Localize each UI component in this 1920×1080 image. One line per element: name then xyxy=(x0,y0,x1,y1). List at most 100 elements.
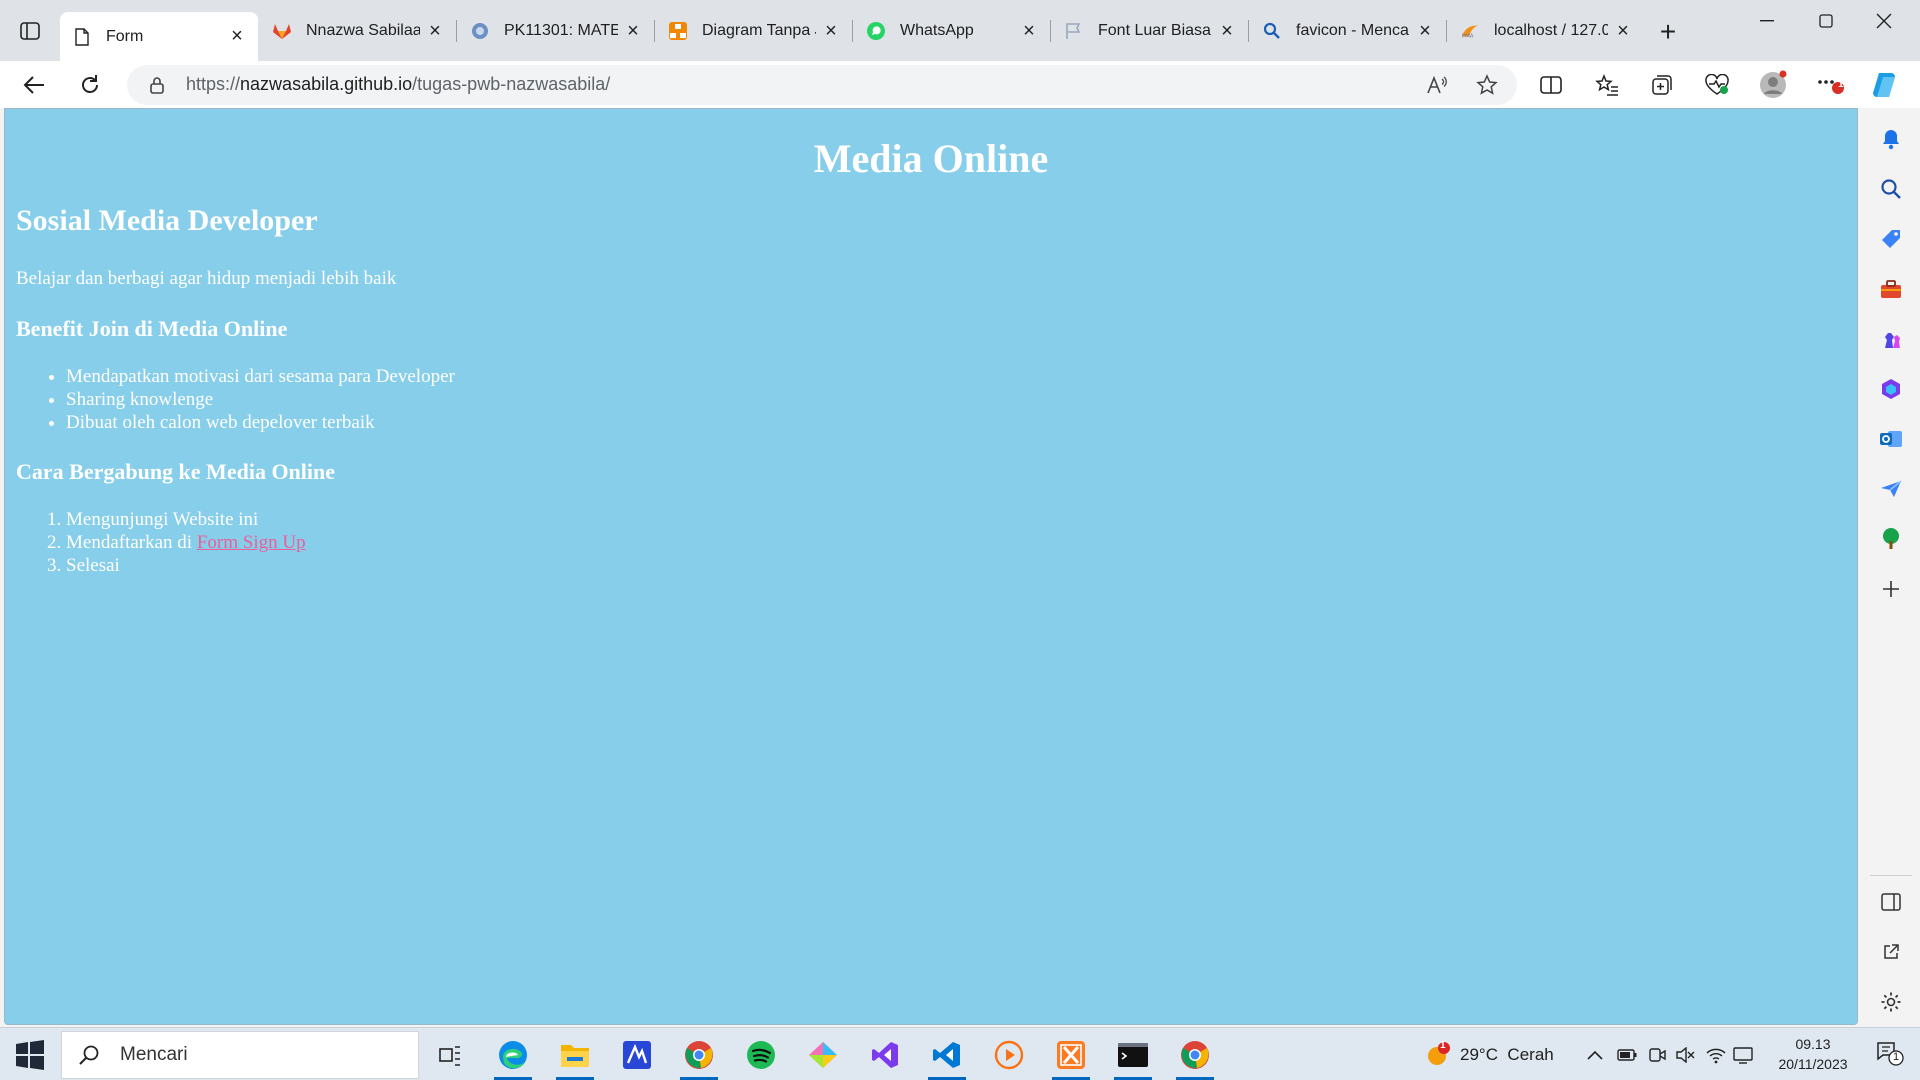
search-placeholder: Mencari xyxy=(120,1044,188,1065)
taskbar-chrome[interactable] xyxy=(676,1033,722,1080)
send-icon xyxy=(1881,480,1902,497)
tab-font-luar-biasa[interactable]: Font Luar Biasa × xyxy=(1052,12,1248,50)
close-tab-icon[interactable]: × xyxy=(822,20,840,42)
windows-taskbar: Mencari 1 29°C Cerah 09.13 20/11/2023 1 xyxy=(0,1027,1920,1080)
taskbar-app-diamond[interactable] xyxy=(800,1033,846,1077)
favorite-button[interactable] xyxy=(1472,71,1502,99)
taskbar-chrome-2[interactable] xyxy=(1172,1033,1218,1080)
monitor-icon xyxy=(1733,1046,1753,1064)
close-tab-icon[interactable]: × xyxy=(1218,20,1236,42)
moodle-icon xyxy=(470,21,490,41)
taskbar-search[interactable]: Mencari xyxy=(61,1031,419,1079)
weather-widget[interactable]: 1 29°C Cerah xyxy=(1424,1028,1554,1080)
star-icon xyxy=(1476,74,1498,95)
tab-form[interactable]: Form × xyxy=(60,12,258,61)
sidebar-outlook-button[interactable] xyxy=(1874,422,1908,456)
sidebar-settings-button[interactable] xyxy=(1874,985,1908,1019)
tab-whatsapp[interactable]: WhatsApp × xyxy=(854,12,1050,50)
notification-count: 1 xyxy=(1893,1051,1900,1063)
split-screen-button[interactable] xyxy=(1531,65,1571,105)
display-indicator[interactable] xyxy=(1733,1028,1753,1080)
profile-button[interactable] xyxy=(1753,65,1793,105)
whatsapp-icon xyxy=(866,21,886,41)
list-item: Dibuat oleh calon web depelover terbaik xyxy=(66,411,455,434)
network-indicator[interactable] xyxy=(1706,1028,1726,1080)
drawio-icon xyxy=(668,21,688,41)
tab-gitlab[interactable]: Nnazwa Sabilaa / × xyxy=(260,12,456,50)
browser-essentials-button[interactable] xyxy=(1697,65,1737,105)
sidebar-drop-button[interactable] xyxy=(1874,472,1908,506)
close-window-button[interactable] xyxy=(1855,0,1913,42)
read-aloud-button[interactable] xyxy=(1422,71,1452,99)
tab-phpmyadmin[interactable]: PMA localhost / 127.0.0 × xyxy=(1448,12,1644,50)
tab-drawio[interactable]: Diagram Tanpa Ju × xyxy=(656,12,852,50)
open-external-button[interactable] xyxy=(1874,935,1908,969)
chevron-up-icon xyxy=(1587,1050,1603,1060)
copilot-button[interactable] xyxy=(1866,65,1906,105)
close-tab-icon[interactable]: × xyxy=(624,20,642,42)
back-button[interactable] xyxy=(14,65,54,105)
sidebar-tree-button[interactable] xyxy=(1874,522,1908,556)
close-tab-icon[interactable]: × xyxy=(1020,20,1038,42)
task-view-button[interactable] xyxy=(427,1033,473,1077)
taskbar-vscode[interactable] xyxy=(924,1033,970,1080)
taskbar-terminal[interactable] xyxy=(1110,1033,1156,1080)
camera-indicator[interactable] xyxy=(1648,1028,1666,1080)
close-tab-icon[interactable]: × xyxy=(228,25,246,47)
refresh-button[interactable] xyxy=(70,65,110,105)
sidebar-notifications-button[interactable] xyxy=(1874,122,1908,156)
lock-icon[interactable] xyxy=(147,75,167,95)
tab-bing-search[interactable]: favicon - Mencari × xyxy=(1250,12,1446,50)
sidebar-microsoft365-button[interactable] xyxy=(1874,372,1908,406)
show-hidden-icons-button[interactable] xyxy=(1587,1028,1603,1080)
tab-title: PK11301: MATERI xyxy=(504,22,618,39)
search-icon xyxy=(1881,179,1901,199)
taskbar-media-player[interactable] xyxy=(986,1033,1032,1077)
sidebar-games-button[interactable] xyxy=(1874,322,1908,356)
favorites-icon xyxy=(1595,74,1618,96)
xampp-icon xyxy=(1057,1041,1085,1069)
form-sign-up-link[interactable]: Form Sign Up xyxy=(197,532,306,553)
clock-time: 09.13 xyxy=(1795,1036,1831,1052)
taskbar-clock[interactable]: 09.13 20/11/2023 xyxy=(1758,1034,1868,1074)
favorites-button[interactable] xyxy=(1587,65,1627,105)
maximize-button[interactable] xyxy=(1797,0,1855,42)
settings-and-more-button[interactable]: 1 xyxy=(1811,65,1851,105)
tab-separator xyxy=(852,20,853,42)
close-tab-icon[interactable]: × xyxy=(426,20,444,42)
start-button[interactable] xyxy=(14,1040,46,1070)
minimize-button[interactable] xyxy=(1738,0,1796,42)
taskbar-spotify[interactable] xyxy=(738,1033,784,1077)
collections-button[interactable] xyxy=(1642,65,1682,105)
taskbar-edge[interactable] xyxy=(490,1033,536,1080)
folder-icon xyxy=(561,1045,589,1067)
sidebar-shopping-button[interactable] xyxy=(1874,222,1908,256)
bing-search-icon xyxy=(1262,21,1282,41)
gear-icon xyxy=(1881,992,1901,1012)
taskbar-xampp[interactable] xyxy=(1048,1033,1094,1080)
outlook-icon xyxy=(1880,431,1902,447)
tab-moodle[interactable]: PK11301: MATERI × xyxy=(458,12,654,50)
sidebar-panel-icon xyxy=(1881,893,1901,911)
battery-indicator[interactable] xyxy=(1617,1028,1637,1080)
notification-center-button[interactable]: 1 xyxy=(1876,1040,1906,1070)
close-tab-icon[interactable]: × xyxy=(1614,20,1632,42)
sidebar-add-button[interactable] xyxy=(1874,572,1908,606)
svg-text:PMA: PMA xyxy=(1462,33,1474,39)
close-tab-icon[interactable]: × xyxy=(1416,20,1434,42)
volume-indicator[interactable] xyxy=(1675,1028,1695,1080)
tab-title: Font Luar Biasa xyxy=(1098,22,1211,39)
taskbar-file-explorer[interactable] xyxy=(552,1033,598,1080)
sidebar-tools-button[interactable] xyxy=(1874,272,1908,306)
taskbar-visual-studio[interactable] xyxy=(862,1033,908,1077)
sidebar-search-button[interactable] xyxy=(1874,172,1908,206)
battery-icon xyxy=(1617,1048,1637,1061)
tab-actions-button[interactable] xyxy=(10,12,50,50)
taskbar-app-m[interactable] xyxy=(614,1033,660,1077)
benefit-list: Mendapatkan motivasi dari sesama para De… xyxy=(66,365,455,434)
address-bar[interactable]: https://nazwasabila.github.io/tugas-pwb-… xyxy=(127,65,1517,105)
url-text[interactable]: https://nazwasabila.github.io/tugas-pwb-… xyxy=(186,74,610,95)
hide-sidebar-button[interactable] xyxy=(1874,885,1908,919)
weather-sun-icon xyxy=(1428,1041,1450,1065)
new-tab-button[interactable]: + xyxy=(1650,14,1686,50)
